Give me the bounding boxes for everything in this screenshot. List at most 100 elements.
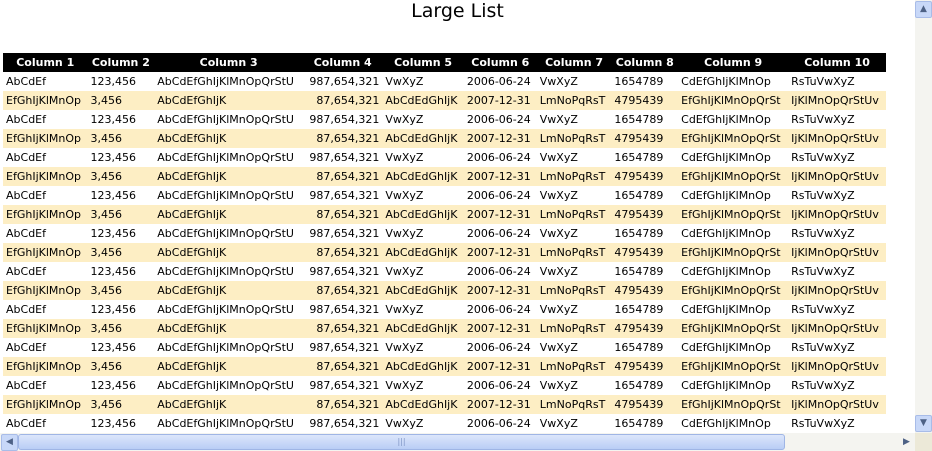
table-cell: CdEfGhIjKlMnOp [681, 151, 771, 164]
table-cell: CdEfGhIjKlMnOp [681, 227, 771, 240]
table-cell: AbCdEdGhIjK [382, 205, 464, 224]
table-cell: 3,456 [87, 281, 155, 300]
vertical-scrollbar[interactable]: ▲ ▼ [915, 0, 932, 433]
table-cell: EfGhIjKlMnOp [3, 319, 88, 338]
table-cell: AbCdEf [6, 151, 46, 164]
table-cell: 87,654,321 [303, 395, 383, 414]
table-cell: VwXyZ [385, 265, 424, 278]
table-cell: 4795439 [611, 243, 679, 262]
table-cell: 987,654,321 [309, 417, 380, 430]
table-row[interactable]: AbCdEf 123,456 AbCdEfGhIjKlMnOpQrStU 987,65… [3, 72, 886, 91]
table-row[interactable]: AbCdEf 123,456 AbCdEfGhIjKlMnOpQrStU 987,65… [3, 414, 886, 433]
table-row[interactable]: AbCdEf 123,456 AbCdEfGhIjKlMnOpQrStU 987,65… [3, 186, 886, 205]
table-cell: LmNoPqRsT [536, 243, 612, 262]
table-cell: VwXyZ [539, 113, 578, 126]
column-header[interactable]: Column 2 [87, 53, 155, 72]
table-cell: 2006-06-24 [466, 417, 531, 430]
horizontal-scrollbar[interactable]: ◀ ||| ▶ [0, 433, 915, 451]
scroll-right-icon[interactable]: ▶ [898, 434, 915, 451]
horizontal-scroll-thumb[interactable]: ||| [18, 434, 785, 450]
table-row[interactable]: EfGhIjKlMnOp 3,456 AbCdEfGhIjK 87,654,321 Ab… [3, 205, 886, 224]
table-cell: VwXyZ [539, 265, 578, 278]
table-cell: AbCdEdGhIjK [382, 167, 464, 186]
table-row[interactable]: AbCdEf 123,456 AbCdEfGhIjKlMnOpQrStU 987,65… [3, 262, 886, 281]
table-cell: RsTuVwXyZ [791, 189, 855, 202]
table-cell: AbCdEfGhIjKlMnOpQrStU [157, 227, 294, 240]
table-cell: VwXyZ [539, 151, 578, 164]
table-cell: 4795439 [611, 129, 679, 148]
column-header[interactable]: Column 1 [3, 53, 88, 72]
scroll-left-icon[interactable]: ◀ [1, 434, 18, 451]
table-cell: IjKlMnOpQrStUv [788, 395, 886, 414]
table-cell: 1654789 [614, 75, 664, 88]
column-header[interactable]: Column 5 [382, 53, 464, 72]
table-cell: VwXyZ [385, 379, 424, 392]
table-row[interactable]: AbCdEf 123,456 AbCdEfGhIjKlMnOpQrStU 987,65… [3, 300, 886, 319]
table-row[interactable]: EfGhIjKlMnOp 3,456 AbCdEfGhIjK 87,654,321 Ab… [3, 243, 886, 262]
table-row[interactable]: EfGhIjKlMnOp 3,456 AbCdEfGhIjK 87,654,321 Ab… [3, 319, 886, 338]
table-row[interactable]: AbCdEf 123,456 AbCdEfGhIjKlMnOpQrStU 987,65… [3, 224, 886, 243]
table-row[interactable]: EfGhIjKlMnOp 3,456 AbCdEfGhIjK 87,654,321 Ab… [3, 357, 886, 376]
table-cell: VwXyZ [539, 417, 578, 430]
table-cell: EfGhIjKlMnOpQrSt [678, 129, 789, 148]
column-header[interactable]: Column 3 [154, 53, 304, 72]
table-cell: VwXyZ [385, 75, 424, 88]
column-header[interactable]: Column 9 [678, 53, 789, 72]
table-row[interactable]: EfGhIjKlMnOp 3,456 AbCdEfGhIjK 87,654,321 Ab… [3, 281, 886, 300]
table-cell: 2007-12-31 [463, 205, 537, 224]
column-header[interactable]: Column 6 [463, 53, 537, 72]
table-cell: 2007-12-31 [463, 281, 537, 300]
table-cell: 1654789 [614, 265, 664, 278]
table-row[interactable]: AbCdEf 123,456 AbCdEfGhIjKlMnOpQrStU 987,65… [3, 338, 886, 357]
table-cell: LmNoPqRsT [536, 129, 612, 148]
table-cell: RsTuVwXyZ [791, 75, 855, 88]
table-cell: IjKlMnOpQrStUv [788, 129, 886, 148]
table-cell: IjKlMnOpQrStUv [788, 357, 886, 376]
large-list-table: Column 1 Column 2 Column 3 Column 4 Column 5… [3, 53, 886, 433]
table-row[interactable]: EfGhIjKlMnOp 3,456 AbCdEfGhIjK 87,654,321 Ab… [3, 395, 886, 414]
table-cell: AbCdEf [6, 227, 46, 240]
table-cell: 4795439 [611, 281, 679, 300]
table-cell: LmNoPqRsT [536, 205, 612, 224]
table-cell: 123,456 [90, 75, 136, 88]
table-cell: LmNoPqRsT [536, 395, 612, 414]
table-cell: 2006-06-24 [466, 265, 531, 278]
table-row[interactable]: AbCdEf 123,456 AbCdEfGhIjKlMnOpQrStU 987,65… [3, 148, 886, 167]
table-cell: CdEfGhIjKlMnOp [681, 265, 771, 278]
table-cell: EfGhIjKlMnOp [3, 129, 88, 148]
table-cell: 987,654,321 [309, 151, 380, 164]
table-cell: 2007-12-31 [463, 91, 537, 110]
table-cell: EfGhIjKlMnOpQrSt [678, 205, 789, 224]
table-cell: 123,456 [90, 151, 136, 164]
table-cell: AbCdEf [6, 265, 46, 278]
table-cell: CdEfGhIjKlMnOp [681, 417, 771, 430]
table-cell: 87,654,321 [303, 281, 383, 300]
table-row[interactable]: AbCdEf 123,456 AbCdEfGhIjKlMnOpQrStU 987,65… [3, 110, 886, 129]
column-header[interactable]: Column 10 [788, 53, 886, 72]
scroll-down-icon[interactable]: ▼ [915, 415, 932, 432]
table-row[interactable]: AbCdEf 123,456 AbCdEfGhIjKlMnOpQrStU 987,65… [3, 376, 886, 395]
table-cell: 87,654,321 [303, 91, 383, 110]
column-header[interactable]: Column 7 [536, 53, 612, 72]
table-row[interactable]: EfGhIjKlMnOp 3,456 AbCdEfGhIjK 87,654,321 Ab… [3, 91, 886, 110]
table-cell: EfGhIjKlMnOp [3, 205, 88, 224]
scrollbar-corner [915, 433, 932, 451]
table-cell: 987,654,321 [309, 303, 380, 316]
table-cell: 1654789 [614, 379, 664, 392]
table-cell: 2007-12-31 [463, 129, 537, 148]
table-cell: EfGhIjKlMnOp [3, 167, 88, 186]
scroll-up-icon[interactable]: ▲ [915, 1, 932, 18]
table-cell: 4795439 [611, 395, 679, 414]
column-header[interactable]: Column 8 [611, 53, 679, 72]
table-cell: 87,654,321 [303, 319, 383, 338]
column-header[interactable]: Column 4 [303, 53, 383, 72]
table-cell: 4795439 [611, 319, 679, 338]
table-row[interactable]: EfGhIjKlMnOp 3,456 AbCdEfGhIjK 87,654,321 Ab… [3, 129, 886, 148]
table-cell: 87,654,321 [303, 205, 383, 224]
header-row: Column 1 Column 2 Column 3 Column 4 Column 5… [3, 53, 886, 72]
table-row[interactable]: EfGhIjKlMnOp 3,456 AbCdEfGhIjK 87,654,321 Ab… [3, 167, 886, 186]
table-cell: AbCdEdGhIjK [382, 395, 464, 414]
table-cell: CdEfGhIjKlMnOp [681, 303, 771, 316]
table-cell: CdEfGhIjKlMnOp [681, 341, 771, 354]
table-cell: 123,456 [90, 417, 136, 430]
